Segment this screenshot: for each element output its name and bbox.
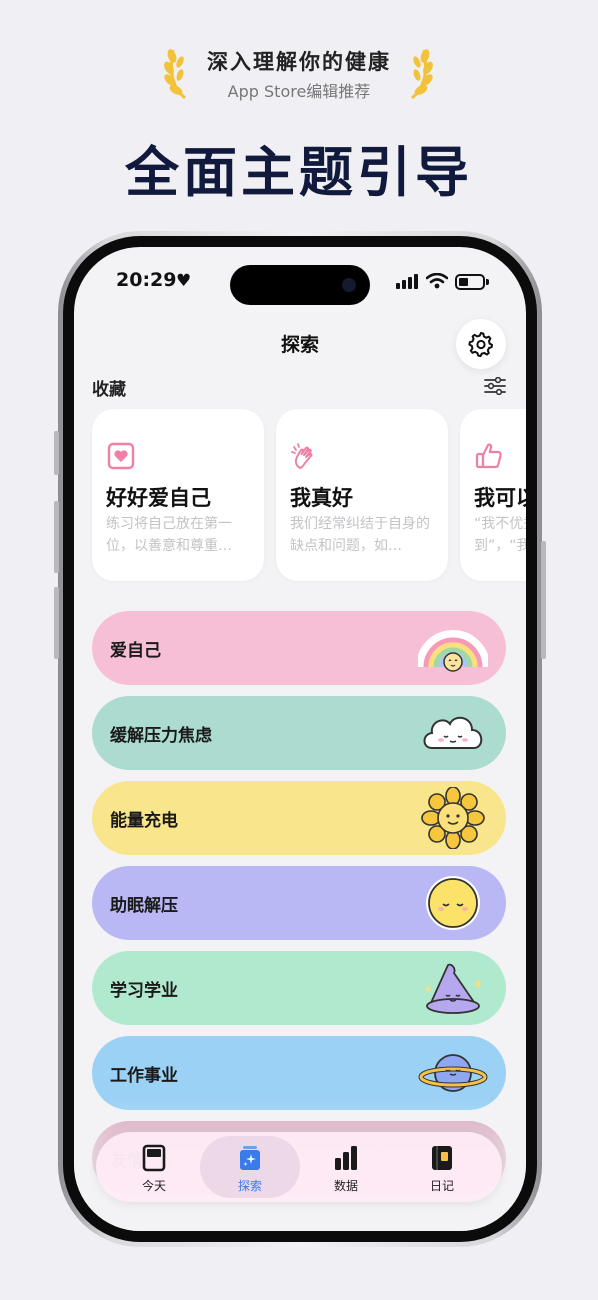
clapping-hands-icon [291, 443, 313, 469]
topic-label: 助眠解压 [110, 896, 178, 916]
rainbow-icon [418, 630, 488, 672]
heart-square-icon [107, 442, 135, 470]
favorites-title: 收藏 [92, 380, 126, 400]
moon-face-icon [426, 876, 480, 930]
favorite-card-title: 好好爱自己 [106, 486, 211, 510]
cloud-icon [423, 716, 483, 749]
signal-icon [396, 274, 418, 289]
award-title: 深入理解你的健康 [207, 50, 391, 74]
favorite-card-desc: 我们经常纠结于自身的缺点和问题，如… [290, 516, 430, 554]
gear-icon [468, 332, 493, 357]
tab-label: 探索 [237, 1179, 262, 1193]
phone-frame: 20:29 ♥ 探索 收藏 好好爱自己 练习将自己放在第一位，以善意和尊重… 我… [54, 231, 546, 1247]
bar-chart-icon [335, 1146, 357, 1170]
favorite-card[interactable]: 好好爱自己 练习将自己放在第一位，以善意和尊重… [92, 409, 264, 581]
tab-label: 日记 [429, 1179, 454, 1193]
tab-explore[interactable]: 探索 [200, 1136, 300, 1198]
status-bar: 20:29 ♥ [74, 247, 526, 317]
filter-sliders-icon[interactable] [484, 377, 506, 395]
favorites-carousel[interactable]: 好好爱自己 练习将自己放在第一位，以善意和尊重… 我真好 我们经常纠结于自身的缺… [92, 409, 526, 583]
status-time: 20:29 [116, 269, 177, 291]
wizard-hat-icon [424, 963, 483, 1014]
action-button [54, 431, 59, 475]
favorite-card[interactable]: 我真好 我们经常纠结于自身的缺点和问题，如… [276, 409, 448, 581]
topic-label: 能量充电 [110, 811, 178, 831]
tab-diary[interactable]: 日记 [392, 1136, 492, 1198]
topic-sleep-aid[interactable]: 助眠解压 [92, 866, 506, 940]
tab-label: 今天 [141, 1179, 166, 1193]
laurel-right-icon [410, 49, 433, 100]
settings-button[interactable] [456, 319, 506, 369]
today-book-icon [142, 1144, 166, 1172]
dynamic-island [230, 265, 370, 305]
volume-up-button [54, 501, 59, 573]
battery-icon [455, 274, 485, 290]
topic-label: 缓解压力焦虑 [110, 726, 212, 746]
tab-label: 数据 [333, 1179, 358, 1193]
topic-stress-relief[interactable]: 缓解压力焦虑 [92, 696, 506, 770]
tab-bar: 今天 探索 数据 日记 [96, 1132, 502, 1202]
topic-label: 学习学业 [110, 981, 178, 1001]
topic-study[interactable]: 学习学业 [92, 951, 506, 1025]
tab-data[interactable]: 数据 [296, 1136, 396, 1198]
favorite-card[interactable]: 我可以 “我不优秀”“我做不到”，“我… [460, 409, 526, 581]
planet-icon [418, 1054, 488, 1092]
tab-today[interactable]: 今天 [104, 1136, 204, 1198]
favorite-card-desc: 练习将自己放在第一位，以善意和尊重… [106, 516, 232, 554]
volume-down-button [54, 587, 59, 659]
app-screen: 20:29 ♥ 探索 收藏 好好爱自己 练习将自己放在第一位，以善意和尊重… 我… [74, 247, 526, 1231]
sparkle-stack-icon [240, 1146, 260, 1170]
topic-label: 工作事业 [110, 1066, 178, 1086]
favorite-card-desc: “我不优秀”“我做不到”，“我… [474, 516, 526, 554]
diary-book-icon [432, 1146, 452, 1170]
heart-status-icon: ♥ [176, 271, 192, 291]
favorite-card-title: 我真好 [290, 486, 353, 510]
award-subtitle: App Store编辑推荐 [227, 82, 371, 101]
award-banner: 深入理解你的健康 App Store编辑推荐 [0, 40, 598, 104]
power-button [541, 541, 546, 659]
thumbs-up-icon [475, 443, 502, 469]
wifi-icon [426, 273, 448, 289]
battery-cap [486, 279, 489, 285]
topic-energy-recharge[interactable]: 能量充电 [92, 781, 506, 855]
sunflower-icon [421, 787, 485, 849]
favorite-card-title: 我可以 [474, 486, 526, 510]
topic-label: 爱自己 [110, 641, 161, 661]
topic-love-self[interactable]: 爱自己 [92, 611, 506, 685]
headline: 全面主题引导 [125, 140, 473, 204]
camera-dot [342, 278, 356, 292]
